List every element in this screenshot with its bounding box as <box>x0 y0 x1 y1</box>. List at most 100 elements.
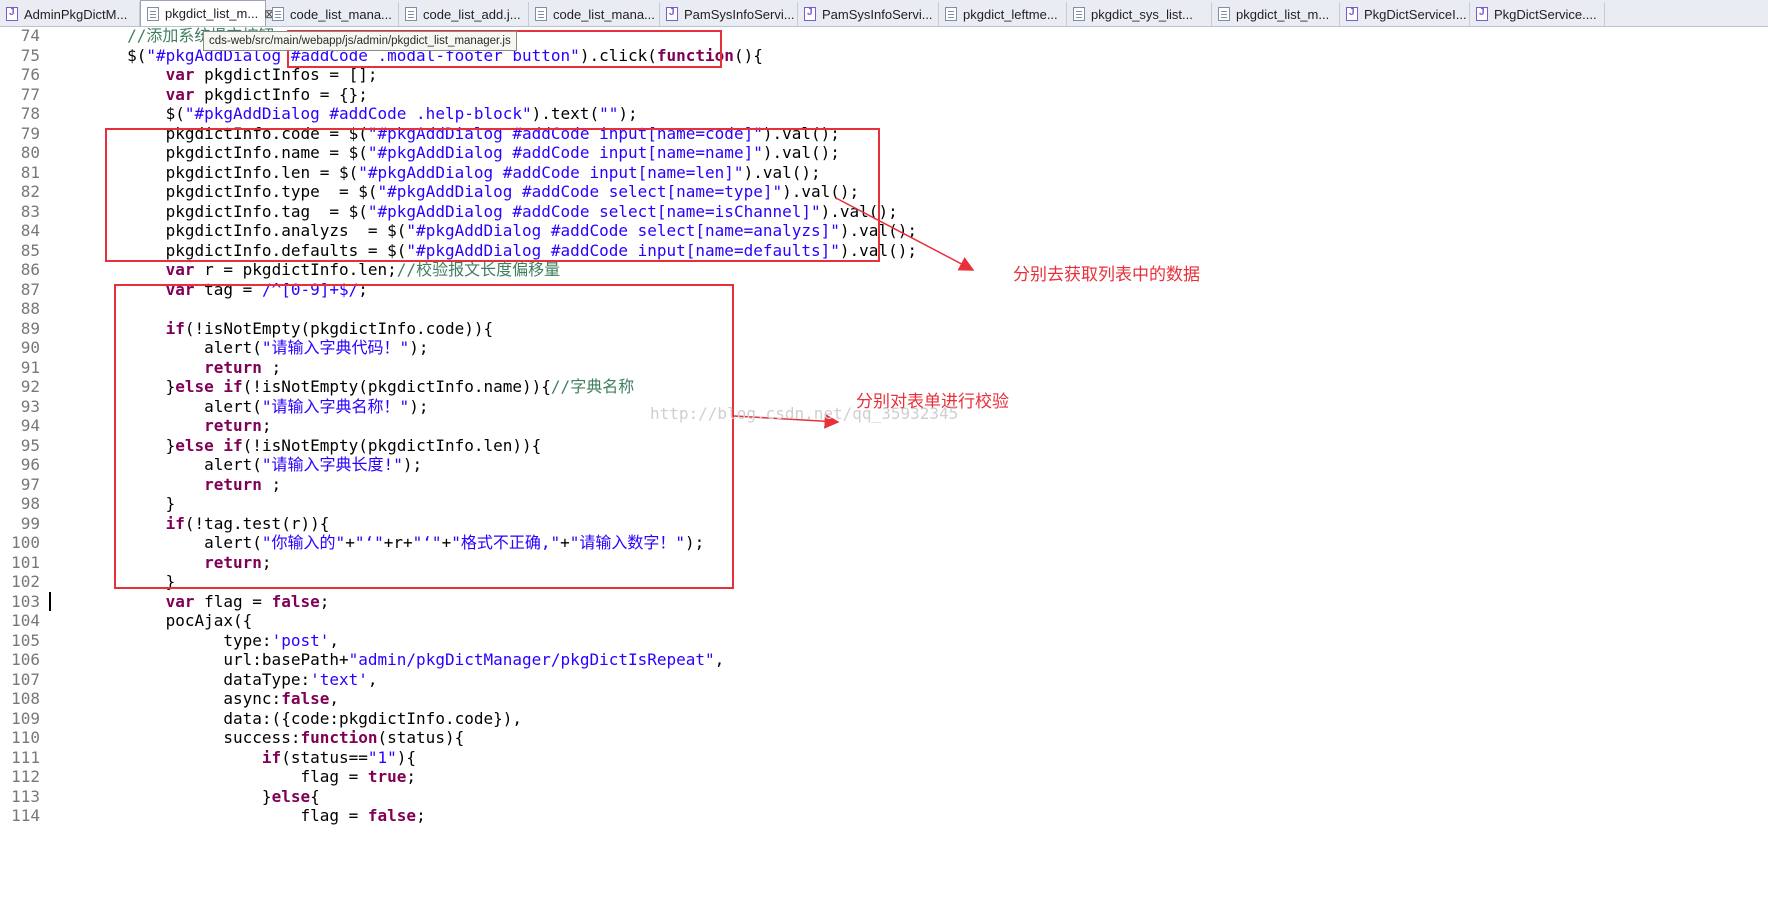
tab-11[interactable]: PkgDictServiceI... <box>1340 2 1470 26</box>
tab-7[interactable]: PamSysInfoServi... <box>798 2 939 26</box>
code-line: 76 var pkgdictInfos = []; <box>0 65 1768 85</box>
line-number: 79 <box>20 123 40 143</box>
code-line: 114 flag = false; <box>0 806 1768 826</box>
tab-5[interactable]: code_list_mana... <box>529 2 660 26</box>
tab-3[interactable]: code_list_mana... <box>266 2 399 26</box>
line-number: 75 <box>20 45 40 65</box>
code-token: 'text' <box>310 669 368 689</box>
code-text: type:'post', <box>50 631 339 651</box>
line-number: 81 <box>20 162 40 182</box>
code-token: function <box>300 728 378 747</box>
code-line: 106 url:basePath+"admin/pkgDictManager/p… <box>0 650 1768 670</box>
code-token: "#pkgAddDialog #addCode .help-block" <box>184 104 532 123</box>
code-text: var pkgdictInfo = {}; <box>50 85 368 105</box>
line-number: 88 <box>20 299 40 318</box>
line-number: 104 <box>11 611 40 630</box>
tab-12[interactable]: PkgDictService.... <box>1470 2 1605 26</box>
code-token: ).text( <box>531 104 600 123</box>
tab-2[interactable]: pkgdict_list_m... ⊠ <box>140 0 274 26</box>
line-number: 74 <box>20 26 40 45</box>
code-line: 104 pocAjax({ <box>0 611 1768 631</box>
code-text: async:false, <box>50 689 339 709</box>
line-number: 106 <box>11 650 40 669</box>
java-file-icon <box>1346 7 1358 21</box>
code-text: flag = false; <box>50 806 426 826</box>
code-token: false <box>367 806 417 825</box>
editor-tab-bar: AdminPkgDictM... pkgdict_list_m...⊠ code_l… <box>0 0 1768 27</box>
annotation-fetch-data: 分别去获取列表中的数据 <box>1013 265 1200 285</box>
line-number: 86 <box>20 260 40 279</box>
code-token: pocAjax({ <box>50 611 253 630</box>
code-line: 109 data:({code:pkgdictInfo.code}), <box>0 709 1768 729</box>
code-token: else <box>271 786 311 806</box>
tab-9[interactable]: pkgdict_sys_list... <box>1067 2 1212 26</box>
code-text: $("#pkgAddDialog #addCode .help-block").… <box>50 104 638 124</box>
tab-4[interactable]: code_list_add.j... <box>399 2 529 26</box>
java-file-icon <box>6 7 18 21</box>
tab-label: pkgdict_list_m... <box>165 6 259 21</box>
js-file-icon <box>535 7 547 21</box>
line-number: 77 <box>20 84 40 104</box>
line-number: 89 <box>20 318 40 338</box>
code-token: if <box>261 747 282 767</box>
code-token: ; <box>416 806 426 825</box>
highlight-box-validation <box>114 284 734 589</box>
tab-6[interactable]: PamSysInfoServi... <box>660 2 798 26</box>
line-number: 80 <box>20 143 40 162</box>
code-text: flag = true; <box>50 767 416 787</box>
tab-label: code_list_mana... <box>553 6 655 22</box>
code-token: $( <box>50 45 147 65</box>
line-number: 98 <box>20 494 40 513</box>
code-token: ; <box>319 591 330 611</box>
line-number: 84 <box>20 221 40 240</box>
code-line: 86 var r = pkgdictInfo.len;//校验报文长度偏移量 <box>0 260 1768 280</box>
tab-label: AdminPkgDictM... <box>24 6 128 22</box>
code-token: true <box>367 767 407 786</box>
tab-8[interactable]: pkgdict_leftme... <box>939 2 1067 26</box>
watermark: http://blog.csdn.net/qq_35932345 <box>650 404 959 423</box>
line-number: 82 <box>20 182 40 201</box>
code-text: var flag = false; <box>50 591 330 612</box>
code-token: url:basePath+ <box>50 650 349 669</box>
code-token: $( <box>50 104 185 123</box>
code-line: 108 async:false, <box>0 689 1768 709</box>
code-token: var <box>165 84 195 104</box>
code-token: false <box>281 689 330 708</box>
code-text: dataType:'text', <box>50 669 378 690</box>
code-text: data:({code:pkgdictInfo.code}), <box>50 709 522 729</box>
code-token: pkgdictInfo = {}; <box>194 84 368 104</box>
tab-label: code_list_add.j... <box>423 6 521 22</box>
code-text: success:function(status){ <box>50 728 464 748</box>
code-token: ){ <box>396 747 417 767</box>
tab-label: PamSysInfoServi... <box>822 6 933 22</box>
line-number: 113 <box>11 786 40 806</box>
code-token: flag = <box>50 767 368 786</box>
line-number: 83 <box>20 201 40 221</box>
line-number: 94 <box>20 416 40 435</box>
line-number: 105 <box>11 630 40 650</box>
tab-1[interactable]: AdminPkgDictM... <box>0 2 140 26</box>
tab-label: PamSysInfoServi... <box>684 6 795 22</box>
code-token: , <box>367 669 378 689</box>
code-token: data:({code:pkgdictInfo.code}), <box>50 708 523 728</box>
code-token: , <box>329 630 339 650</box>
line-number: 109 <box>11 708 40 728</box>
line-number: 112 <box>11 767 40 786</box>
code-token: var <box>165 591 195 611</box>
line-number: 93 <box>20 396 40 416</box>
java-file-icon <box>1476 7 1488 21</box>
line-number: 101 <box>11 552 40 572</box>
line-number: 90 <box>20 338 40 357</box>
tab-10[interactable]: pkgdict_list_m... <box>1212 2 1340 26</box>
tab-label: pkgdict_list_m... <box>1236 6 1330 22</box>
code-token: "1" <box>367 747 397 767</box>
code-token: "" <box>599 104 619 123</box>
line-number: 114 <box>11 806 40 825</box>
code-token: , <box>714 650 725 669</box>
code-token: (status){ <box>377 728 465 747</box>
code-line: 110 success:function(status){ <box>0 728 1768 748</box>
